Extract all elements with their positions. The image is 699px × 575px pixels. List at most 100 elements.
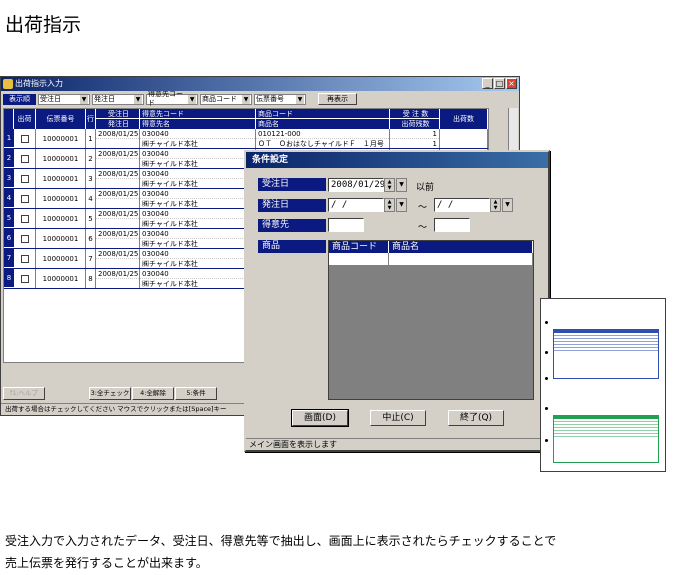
- chevron-down-icon: ▼: [296, 94, 304, 104]
- condition-dialog: 条件設定 受注日 2008/01/29 ▲ ▼ ▼ 以前 発注日 / / ▲ ▼ ▼…: [244, 150, 550, 452]
- ship-qty-cell[interactable]: [440, 129, 488, 148]
- slip-no-cell: 10000001: [36, 209, 86, 228]
- customer-name-cell: ㈱チャイルド本社: [142, 239, 198, 248]
- sales-slip-thumbnail: [540, 298, 666, 472]
- customer-code-cell: 030040: [140, 129, 255, 139]
- exit-button[interactable]: 終了(Q): [448, 410, 504, 426]
- chevron-down-icon: ▼: [134, 94, 142, 104]
- punch-hole-icon: [545, 351, 548, 354]
- delivery-from-input[interactable]: / /: [328, 198, 384, 212]
- col-customer-name: 得意先名: [142, 120, 170, 128]
- order-date-cell: 2008/01/25: [96, 170, 139, 179]
- delivery-to-input[interactable]: / /: [434, 198, 490, 212]
- slip-no-cell: 10000001: [36, 269, 86, 288]
- col-slip-no: 伝票番号: [36, 109, 86, 129]
- customer-name-cell: ㈱チャイルド本社: [142, 179, 198, 188]
- remaining-qty-cell: 1: [432, 139, 437, 148]
- maximize-icon[interactable]: □: [494, 78, 505, 89]
- main-titlebar[interactable]: 出荷指示入力 _ □ ×: [1, 77, 519, 91]
- punch-hole-icon: [545, 439, 548, 442]
- order-date-dropdown-icon[interactable]: ▼: [396, 178, 407, 192]
- customer-code-cell: 030040: [140, 189, 255, 199]
- customer-name-cell: ㈱チャイルド本社: [142, 199, 198, 208]
- ship-checkbox-cell: [14, 209, 36, 228]
- cancel-button[interactable]: 中止(C): [370, 410, 426, 426]
- dialog-status-bar: メイン画面を表示します: [246, 438, 548, 450]
- close-icon[interactable]: ×: [506, 78, 517, 89]
- ship-checkbox[interactable]: [20, 274, 29, 283]
- toolbar: 表示順 受注日 ▼ 発注日 ▼ 得意先コード ▼ 商品コード ▼ 伝票番号 ▼ 再表示: [1, 90, 519, 107]
- page-title: 出荷指示: [5, 14, 82, 36]
- customer-name-cell: ㈱チャイルド本社: [142, 259, 198, 268]
- ship-checkbox[interactable]: [20, 174, 29, 183]
- slip-no-cell: 10000001: [36, 249, 86, 268]
- customer-code-cell: 030040: [140, 169, 255, 179]
- delivery-to-spinner-icon[interactable]: ▲ ▼: [490, 198, 501, 212]
- slip-table-green: [553, 415, 659, 463]
- customer-from-input[interactable]: [328, 218, 364, 232]
- col-shipped-qty: 出荷残数: [401, 120, 430, 128]
- order-qty-cell: 1: [390, 129, 439, 139]
- customer-code-cell: 030040: [140, 149, 255, 159]
- order-date-cell: 2008/01/25: [96, 230, 139, 239]
- slip-no-cell: 10000001: [36, 169, 86, 188]
- ship-checkbox[interactable]: [20, 134, 29, 143]
- ship-checkbox[interactable]: [20, 214, 29, 223]
- ship-checkbox[interactable]: [20, 194, 29, 203]
- sort-select-4[interactable]: 商品コード ▼: [200, 93, 252, 105]
- line-cell: 2: [86, 149, 96, 168]
- order-date-spinner-icon[interactable]: ▲ ▼: [384, 178, 395, 192]
- slip-no-cell: 10000001: [36, 149, 86, 168]
- line-cell: 8: [86, 269, 96, 288]
- ship-checkbox[interactable]: [20, 234, 29, 243]
- page-caption: 受注入力で入力されたデータ、受注日、得意先等で抽出し、画面上に表示されたらチェッ…: [5, 530, 695, 574]
- slip-no-cell: 10000001: [36, 129, 86, 148]
- customer-to-input[interactable]: [434, 218, 470, 232]
- minimize-icon[interactable]: _: [482, 78, 493, 89]
- order-date-input[interactable]: 2008/01/29: [328, 178, 385, 192]
- caption-line-2: 売上伝票を発行することが出来ます。: [5, 556, 208, 570]
- redisplay-button[interactable]: 再表示: [318, 93, 357, 105]
- row-number: 4: [4, 189, 14, 208]
- delivery-range-tilde: ～: [418, 203, 428, 213]
- col-customer-code: 得意先コード: [140, 109, 255, 119]
- order-date-cell: 2008/01/25: [96, 210, 139, 219]
- row-number: 8: [4, 269, 14, 288]
- uncheck-all-fkey[interactable]: 4:全解除: [132, 387, 174, 400]
- conditions-fkey[interactable]: 5:条件: [175, 387, 217, 400]
- customer-code-cell: 030040: [140, 209, 255, 219]
- screen-button[interactable]: 画面(D): [291, 409, 349, 427]
- ship-checkbox-cell: [14, 229, 36, 248]
- line-cell: 5: [86, 209, 96, 228]
- delivery-from-dropdown-icon[interactable]: ▼: [396, 198, 407, 212]
- ship-checkbox[interactable]: [20, 254, 29, 263]
- sort-select-5[interactable]: 伝票番号 ▼: [254, 93, 306, 105]
- slip-no-cell: 10000001: [36, 229, 86, 248]
- customer-name-cell: ㈱チャイルド本社: [142, 219, 198, 228]
- row-number: 3: [4, 169, 14, 188]
- sort-select-3[interactable]: 得意先コード ▼: [146, 90, 198, 107]
- ship-checkbox-cell: [14, 169, 36, 188]
- customer-name-cell: ㈱チャイルド本社: [142, 139, 198, 148]
- ship-checkbox[interactable]: [20, 154, 29, 163]
- col-line: 行: [86, 109, 96, 129]
- delivery-to-dropdown-icon[interactable]: ▼: [502, 198, 513, 212]
- table-row[interactable]: 1 10000001 1 2008/01/25 030040 ㈱チャイルド本社 010121…: [4, 129, 488, 149]
- check-all-fkey[interactable]: 3:全チェック: [89, 387, 131, 400]
- customer-code-cell: 030040: [140, 229, 255, 239]
- sort-select-2[interactable]: 発注日 ▼: [92, 93, 144, 105]
- dialog-title[interactable]: 条件設定: [246, 152, 548, 168]
- line-cell: 3: [86, 169, 96, 188]
- punch-hole-icon: [545, 321, 548, 324]
- product-row[interactable]: [329, 253, 533, 265]
- delivery-from-spinner-icon[interactable]: ▲ ▼: [384, 198, 395, 212]
- sort-select-1[interactable]: 受注日 ▼: [38, 93, 90, 105]
- line-cell: 7: [86, 249, 96, 268]
- help-fkey[interactable]: f1:ヘルプ: [3, 387, 45, 400]
- product-list[interactable]: 商品コード 商品名: [328, 240, 534, 400]
- order-date-label: 受注日: [258, 178, 326, 191]
- delivery-date-label: 発注日: [258, 199, 326, 212]
- order-date-cell: 2008/01/25: [96, 250, 139, 259]
- row-number: 1: [4, 129, 14, 148]
- ship-checkbox-cell: [14, 269, 36, 288]
